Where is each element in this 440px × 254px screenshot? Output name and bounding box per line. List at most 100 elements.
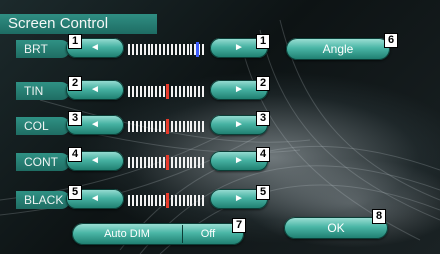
slider-tick (147, 121, 150, 132)
row-label-black: BLACK (16, 191, 70, 209)
auto-dim-label: Auto DIM (104, 228, 150, 240)
callout-7: 7 (232, 218, 246, 233)
slider-tick (128, 157, 130, 168)
slider-level-indicator[interactable] (166, 155, 169, 170)
slider-tick (190, 86, 193, 97)
slider-tick (163, 86, 166, 97)
auto-dim-button[interactable]: Auto DIM Off (72, 223, 244, 245)
callout-1-right: 1 (256, 34, 270, 49)
slider-tick (186, 195, 189, 206)
slider-tick (143, 121, 146, 132)
angle-button[interactable]: Angle (286, 38, 390, 60)
slider-tick (155, 121, 158, 132)
slider-tick (155, 157, 158, 168)
callout-4-left: 4 (68, 147, 82, 162)
black-slider[interactable] (128, 193, 206, 208)
row-label-col: COL (16, 117, 70, 135)
slider-tick (186, 157, 189, 168)
slider-tick (190, 44, 193, 55)
slider-tick (186, 86, 189, 97)
callout-3-left: 3 (68, 111, 82, 126)
callout-5-right: 5 (256, 185, 270, 200)
slider-tick (159, 157, 162, 168)
slider-tick (182, 195, 185, 206)
slider-tick (202, 195, 205, 206)
slider-tick (170, 121, 173, 132)
callout-4-right: 4 (256, 147, 270, 162)
callout-8: 8 (372, 209, 386, 224)
slider-tick (139, 121, 142, 132)
slider-tick (174, 121, 177, 132)
slider-tick (163, 121, 166, 132)
slider-tick (182, 44, 185, 55)
slider-tick (186, 44, 189, 55)
slider-tick (170, 195, 173, 206)
slider-tick (178, 121, 181, 132)
row-label-brt: BRT (16, 40, 70, 58)
slider-tick (139, 195, 142, 206)
row-cont: CONT ◄ ► 4 4 (0, 147, 280, 173)
slider-tick (194, 86, 197, 97)
brt-slider[interactable] (128, 42, 206, 57)
callout-2-right: 2 (256, 76, 270, 91)
slider-tick (135, 44, 138, 55)
slider-tick (163, 44, 166, 55)
slider-tick (174, 157, 177, 168)
slider-tick (178, 195, 181, 206)
slider-tick (182, 86, 185, 97)
tin-slider[interactable] (128, 84, 206, 99)
slider-tick (128, 195, 130, 206)
callout-2-left: 2 (68, 76, 82, 91)
slider-tick (135, 157, 138, 168)
slider-tick (155, 44, 158, 55)
slider-level-indicator[interactable] (166, 193, 169, 208)
slider-tick (131, 157, 134, 168)
page-title: Screen Control (0, 14, 157, 34)
slider-level-indicator[interactable] (166, 119, 169, 134)
slider-tick (174, 44, 177, 55)
slider-tick (143, 86, 146, 97)
slider-tick (139, 44, 142, 55)
row-col: COL ◄ ► 3 3 (0, 111, 280, 137)
slider-tick (174, 195, 177, 206)
slider-tick (202, 44, 205, 55)
slider-tick (131, 86, 134, 97)
callout-6: 6 (384, 33, 398, 48)
slider-tick (178, 44, 181, 55)
slider-tick (155, 86, 158, 97)
slider-tick (151, 86, 154, 97)
row-label-tin: TIN (16, 82, 70, 100)
callout-1-left: 1 (68, 34, 82, 49)
slider-level-indicator[interactable] (196, 42, 199, 57)
col-slider[interactable] (128, 119, 206, 134)
slider-tick (190, 157, 193, 168)
row-brt: BRT ◄ ► 1 1 (0, 34, 280, 60)
cont-slider[interactable] (128, 155, 206, 170)
slider-tick (159, 121, 162, 132)
slider-tick (198, 157, 201, 168)
slider-tick (151, 121, 154, 132)
slider-tick (182, 121, 185, 132)
slider-tick (194, 157, 197, 168)
slider-tick (182, 157, 185, 168)
slider-tick (139, 86, 142, 97)
slider-tick (151, 157, 154, 168)
slider-tick (128, 86, 130, 97)
slider-tick (128, 121, 130, 132)
slider-tick (163, 157, 166, 168)
slider-tick (198, 195, 201, 206)
slider-tick (151, 195, 154, 206)
slider-tick (186, 121, 189, 132)
slider-tick (131, 44, 134, 55)
row-label-cont: CONT (16, 153, 70, 171)
slider-tick (139, 157, 142, 168)
slider-tick (159, 86, 162, 97)
slider-tick (198, 86, 201, 97)
slider-tick (198, 121, 201, 132)
slider-tick (194, 195, 197, 206)
slider-tick (194, 121, 197, 132)
slider-tick (170, 86, 173, 97)
slider-level-indicator[interactable] (166, 84, 169, 99)
slider-tick (135, 121, 138, 132)
slider-tick (143, 195, 146, 206)
